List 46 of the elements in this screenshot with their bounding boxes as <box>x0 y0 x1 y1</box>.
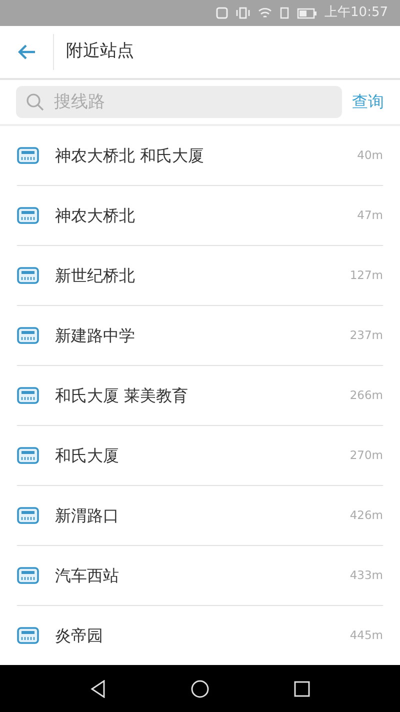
sim-icon <box>280 7 289 19</box>
station-name: 神农大桥北 <box>55 204 136 226</box>
station-distance: 270m <box>350 446 383 464</box>
bus-stop-icon <box>17 507 39 524</box>
bus-stop-icon <box>17 447 39 464</box>
wifi-icon <box>258 7 272 19</box>
station-distance: 40m <box>357 146 383 164</box>
station-item[interactable]: 和氏大厦 莱美教育 266m <box>17 366 383 426</box>
station-name: 和氏大厦 <box>55 444 120 466</box>
station-distance: 426m <box>350 506 383 524</box>
station-item[interactable]: 神农大桥北 47m <box>17 186 383 246</box>
station-name: 汽车西站 <box>55 564 120 586</box>
bus-stop-icon <box>17 627 39 644</box>
station-distance: 445m <box>350 626 383 644</box>
clock: 上午10:57 <box>324 4 388 22</box>
station-name: 神农大桥北 和氏大厦 <box>55 144 206 166</box>
station-item[interactable]: 新建路中学 237m <box>17 306 383 366</box>
station-distance: 47m <box>357 206 383 224</box>
station-name: 和氏大厦 莱美教育 <box>55 384 190 406</box>
station-distance: 237m <box>350 326 383 344</box>
station-item[interactable]: 汽车西站 433m <box>17 546 383 606</box>
bus-stop-icon <box>17 327 39 344</box>
station-distance: 266m <box>350 386 383 404</box>
station-name: 炎帝园 <box>55 624 104 646</box>
station-name: 新渭路口 <box>55 504 120 526</box>
bus-stop-icon <box>17 147 39 164</box>
back-arrow-icon <box>18 44 36 60</box>
station-name: 新建路中学 <box>55 324 136 346</box>
bus-stop-icon <box>17 387 39 404</box>
home-icon[interactable] <box>190 680 209 698</box>
back-icon[interactable] <box>90 680 106 698</box>
station-item[interactable]: 新世纪桥北 127m <box>17 246 383 306</box>
search-field[interactable]: 搜线路 <box>16 86 342 118</box>
bus-stop-icon <box>17 267 39 284</box>
station-name: 新世纪桥北 <box>55 264 136 286</box>
battery-icon <box>296 8 317 18</box>
station-item[interactable]: 神农大桥北 和氏大厦 40m <box>17 126 383 186</box>
station-distance: 433m <box>350 566 383 584</box>
station-item[interactable]: 和氏大厦 270m <box>17 426 383 486</box>
bus-stop-icon <box>17 207 39 224</box>
page-title: 附近站点 <box>65 40 134 64</box>
station-distance: 127m <box>350 266 383 284</box>
vibrate-icon <box>236 7 250 19</box>
station-item[interactable]: 新渭路口 426m <box>17 486 383 546</box>
bus-stop-icon <box>17 567 39 584</box>
recents-icon[interactable] <box>294 680 310 696</box>
